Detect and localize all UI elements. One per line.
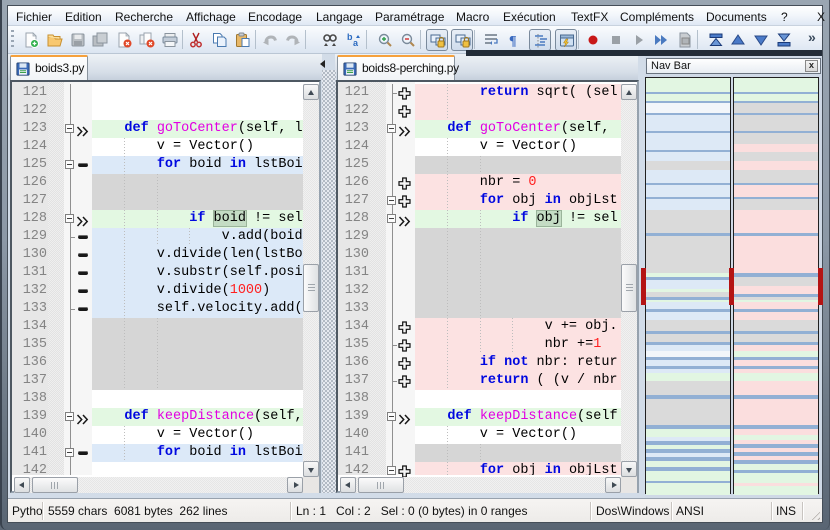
svg-text:a: a <box>353 38 359 48</box>
svg-text:¶: ¶ <box>509 34 517 48</box>
